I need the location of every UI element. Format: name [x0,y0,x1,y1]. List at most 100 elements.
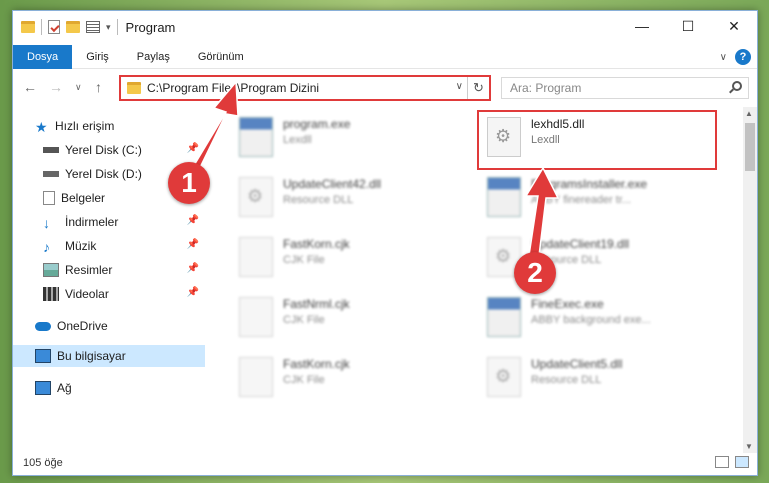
forward-arrow-icon[interactable]: → [49,79,63,95]
file-type: CJK File [283,374,325,386]
file-item[interactable]: program.exe Lexdll [239,111,469,167]
scroll-thumb[interactable] [745,123,755,171]
file-name: ProgramsInstaller.exe [531,177,648,191]
file-name: FastKorn.cjk [283,357,350,371]
file-item[interactable]: UpdateClient42.dll Resource DLL [239,171,469,227]
details-view-icon[interactable] [715,456,729,468]
sidebar-item-label: Resimler [65,263,113,277]
file-name: FastKorn.cjk [283,237,350,251]
file-type: ABBY background exe... [531,314,651,326]
tab-home[interactable]: Giriş [72,45,123,69]
annotation-badge-two: 2 [514,252,556,294]
pin-icon[interactable]: 📌 [187,239,199,250]
file-item[interactable]: FastNrml.cjk CJK File [239,291,469,347]
scroll-up-icon[interactable]: ▲ [745,109,753,118]
close-button[interactable]: ✕ [711,11,757,41]
file-item[interactable]: UpdateClient5.dll Resource DLL [487,351,717,407]
pin-icon[interactable]: 📌 [187,215,199,226]
file-name: UpdateClient5.dll [531,357,623,371]
drive-icon [43,147,59,153]
file-type: ABBY finereader tr... [531,194,632,206]
sidebar-item-label: İndirmeler [65,215,119,229]
separator [116,19,118,35]
address-path: C:\Program Files\Program Dizini [147,81,320,95]
customize-icon[interactable] [86,21,100,33]
sidebar-item-label: OneDrive [57,319,108,333]
file-type: CJK File [283,314,325,326]
exe-file-icon [487,177,521,217]
sidebar-item-music[interactable]: ♪ Müzik 📌 [13,235,205,257]
tab-view[interactable]: Görünüm [184,45,258,69]
sidebar-item-label: Yerel Disk (D:) [65,167,142,181]
navigation-pane: ★ Hızlı erişim Yerel Disk (C:) 📌 Yerel D… [13,107,205,453]
view-toggle [715,456,749,468]
separator [41,19,42,35]
explorer-window: ▾ Program — ☐ ✕ Dosya Giriş Paylaş Görün… [12,10,758,476]
sidebar-item-label: Müzik [65,239,97,253]
file-name: UpdateClient42.dll [283,177,382,191]
large-icons-view-icon[interactable] [735,456,749,468]
address-dropdown-icon[interactable]: ∨ [456,81,463,92]
dll-file-icon [487,357,521,397]
new-folder-icon[interactable] [66,21,80,33]
expand-ribbon-icon[interactable]: ∨ [720,52,727,63]
scroll-down-icon[interactable]: ▼ [745,442,753,451]
file-item[interactable]: FastKorn.cjk CJK File [239,231,469,287]
music-note-icon: ♪ [43,239,50,255]
pin-icon[interactable]: 📌 [187,263,199,274]
file-highlight-box [477,110,717,170]
up-arrow-icon[interactable]: ↑ [95,79,102,95]
pictures-icon [43,263,59,277]
sidebar-item-label: Yerel Disk (C:) [65,143,142,157]
help-icon[interactable]: ? [735,49,751,65]
file-name: UpdateClient19.dll [531,237,630,251]
properties-check-icon[interactable] [48,20,60,34]
status-bar: 105 öğe [13,451,757,475]
sidebar-item-quick-access[interactable]: ★ Hızlı erişim [13,115,205,137]
file-item[interactable]: FineExec.exe ABBY background exe... [487,291,717,347]
window-controls: — ☐ ✕ [619,11,757,41]
recent-dropdown-icon[interactable]: ∨ [75,82,82,93]
sidebar-item-pictures[interactable]: Resimler 📌 [13,259,205,281]
star-icon: ★ [35,119,48,135]
search-box[interactable]: Ara: Program [501,77,749,99]
sidebar-item-onedrive[interactable]: OneDrive [13,315,205,337]
back-arrow-icon[interactable]: ← [23,79,37,95]
pin-icon[interactable]: 📌 [187,287,199,298]
folder-icon [21,21,35,33]
qat-dropdown-icon[interactable]: ▾ [106,22,111,33]
network-icon [35,381,51,395]
address-bar[interactable]: C:\Program Files\Program Dizini ∨ ↻ [119,75,491,101]
file-type: CJK File [283,254,325,266]
file-icon [239,357,273,397]
exe-file-icon [239,117,273,157]
sidebar-item-downloads[interactable]: ↓ İndirmeler 📌 [13,211,205,233]
annotation-badge-one: 1 [168,162,210,204]
tab-file[interactable]: Dosya [13,44,73,69]
file-type: Resource DLL [283,194,354,206]
pin-icon[interactable]: 📌 [187,143,199,154]
search-icon[interactable] [732,81,742,91]
maximize-button[interactable]: ☐ [665,11,711,41]
file-item[interactable]: ProgramsInstaller.exe ABBY finereader tr… [487,171,717,227]
minimize-button[interactable]: — [619,11,665,41]
sidebar-item-label: Bu bilgisayar [57,349,126,363]
sidebar-item-videos[interactable]: Videolar 📌 [13,283,205,305]
sidebar-item-label: Hızlı erişim [55,119,115,133]
film-icon [43,287,59,301]
title-bar: ▾ Program — ☐ ✕ [13,11,757,43]
file-icon [239,297,273,337]
sidebar-item-this-pc[interactable]: Bu bilgisayar [13,345,205,367]
file-type: Lexdll [283,134,312,146]
sidebar-item-disk-c[interactable]: Yerel Disk (C:) 📌 [13,139,205,161]
sidebar-item-label: Ağ [57,381,72,395]
file-item[interactable]: FastKorn.cjk CJK File [239,351,469,407]
file-type: Resource DLL [531,374,602,386]
navigation-bar: ← → ∨ ↑ C:\Program Files\Program Dizini … [13,73,757,103]
exe-file-icon [487,297,521,337]
refresh-icon[interactable]: ↻ [467,77,489,99]
sidebar-item-network[interactable]: Ağ [13,377,205,399]
tab-share[interactable]: Paylaş [123,45,184,69]
dll-file-icon [239,177,273,217]
vertical-scrollbar[interactable]: ▲ ▼ [743,107,757,453]
